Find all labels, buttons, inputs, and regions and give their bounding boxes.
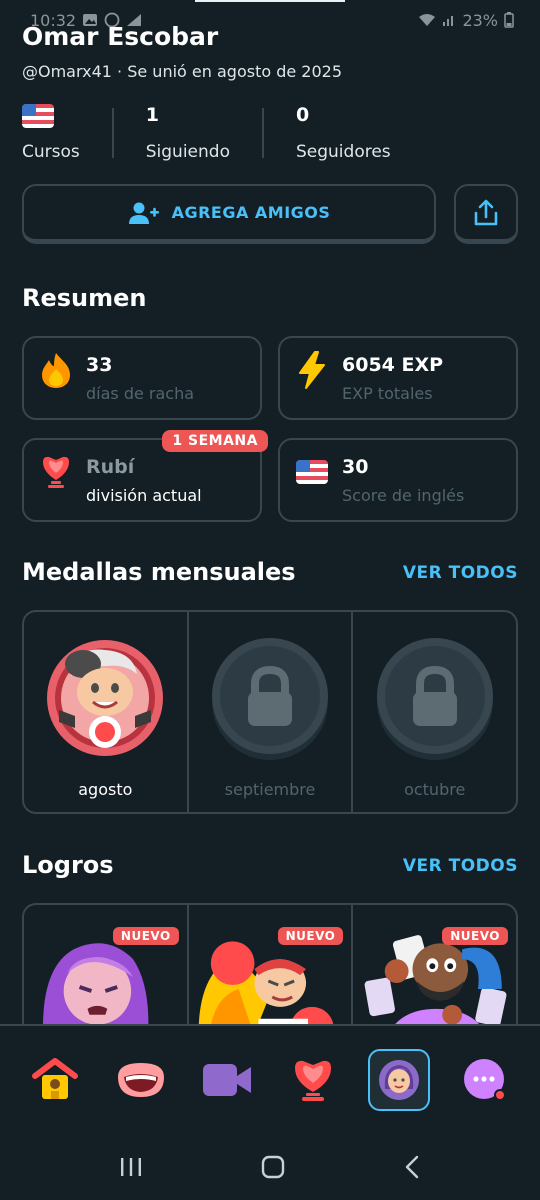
medal-label: agosto [78, 780, 133, 799]
nav-more[interactable] [454, 1049, 516, 1111]
league-label: división actual [86, 485, 202, 505]
battery-icon [504, 12, 514, 28]
medal-october[interactable]: octubre [351, 612, 516, 812]
new-badge: NUEVO [112, 927, 179, 945]
league-value: Rubí [86, 455, 135, 478]
stat-courses-label: Cursos [22, 142, 80, 162]
nav-profile[interactable] [368, 1049, 430, 1111]
league-card[interactable]: 1 SEMANA Rubí división actual [22, 430, 268, 522]
xp-value: 6054 EXP [342, 353, 444, 376]
august-medal-icon [47, 640, 164, 756]
achievements-grid: NUEVO NUEVO NUEVO [22, 903, 518, 1043]
cell-signal-icon [443, 16, 454, 26]
add-friends-button[interactable]: AGREGA AMIGOS [22, 184, 436, 244]
back-icon[interactable] [403, 1155, 421, 1179]
new-badge: NUEVO [442, 927, 509, 945]
stat-following-label: Siguiendo [145, 142, 230, 162]
streak-label: días de racha [86, 383, 195, 403]
new-badge: NUEVO [277, 927, 344, 945]
stat-followers-value: 0 [295, 104, 310, 126]
wifi-icon [419, 14, 436, 26]
stat-following[interactable]: 1 Siguiendo [146, 104, 230, 162]
achievements-see-all-link[interactable]: VER TODOS [403, 856, 518, 876]
streak-flame-icon [42, 353, 70, 388]
add-friends-label: AGREGA AMIGOS [171, 203, 331, 222]
achievements-title: Logros [22, 851, 114, 879]
stat-courses[interactable]: Cursos [22, 104, 80, 162]
share-icon [474, 199, 498, 225]
achievement-card[interactable]: NUEVO [186, 905, 352, 1041]
medal-august[interactable]: agosto [24, 612, 187, 812]
medals-title: Medallas mensuales [22, 558, 296, 586]
medal-label: octubre [404, 780, 466, 799]
achievement-card[interactable]: NUEVO [351, 905, 516, 1041]
leagues-icon [295, 1060, 331, 1101]
battery-percent: 23% [462, 10, 498, 30]
streak-value: 33 [86, 353, 113, 376]
summary-title: Resumen [22, 284, 147, 312]
xp-card[interactable]: 6054 EXP EXP totales [278, 336, 518, 420]
profile-name: Omar Escobar [22, 22, 219, 51]
lock-icon [376, 638, 493, 760]
more-icon [464, 1059, 506, 1101]
score-value: 30 [342, 455, 369, 478]
lightning-icon [299, 351, 325, 389]
home-button-icon[interactable] [261, 1155, 285, 1179]
score-label: Score de inglés [342, 485, 465, 505]
stat-followers-label: Seguidores [295, 142, 391, 162]
recent-apps-icon[interactable] [119, 1156, 143, 1178]
us-flag-icon [296, 460, 328, 484]
add-user-icon [128, 202, 159, 224]
medals-grid: agosto septiembre octubre [22, 610, 518, 814]
speaking-icon [118, 1063, 164, 1097]
medal-september[interactable]: septiembre [186, 612, 352, 812]
profile-handle: @Omarx41 · Se unió en agosto de 2025 [22, 62, 343, 81]
home-icon [32, 1058, 78, 1099]
profile-icon [379, 1060, 419, 1100]
week-badge: 1 SEMANA [162, 430, 268, 452]
bottom-nav [0, 1024, 540, 1134]
profile-stats: Cursos 1 Siguiendo 0 Seguidores [22, 104, 522, 166]
video-icon [203, 1064, 251, 1096]
nav-video[interactable] [196, 1049, 258, 1111]
system-nav-bar [0, 1134, 540, 1200]
stat-followers[interactable]: 0 Seguidores [296, 104, 391, 162]
streak-card[interactable]: 33 días de racha [22, 336, 262, 420]
share-button[interactable] [454, 184, 518, 244]
medal-label: septiembre [224, 780, 316, 799]
xp-label: EXP totales [342, 383, 433, 403]
stat-divider [111, 108, 114, 158]
us-flag-icon [22, 104, 54, 128]
nav-home[interactable] [24, 1049, 86, 1111]
score-card[interactable]: 30 Score de inglés [278, 438, 518, 522]
stat-following-value: 1 [145, 104, 159, 126]
nav-speaking[interactable] [110, 1049, 172, 1111]
achievement-card[interactable]: NUEVO [24, 905, 187, 1041]
ruby-league-icon [43, 456, 69, 488]
nav-leagues[interactable] [282, 1049, 344, 1111]
medals-see-all-link[interactable]: VER TODOS [403, 563, 518, 583]
lock-icon [212, 638, 328, 760]
stat-divider [261, 108, 264, 158]
